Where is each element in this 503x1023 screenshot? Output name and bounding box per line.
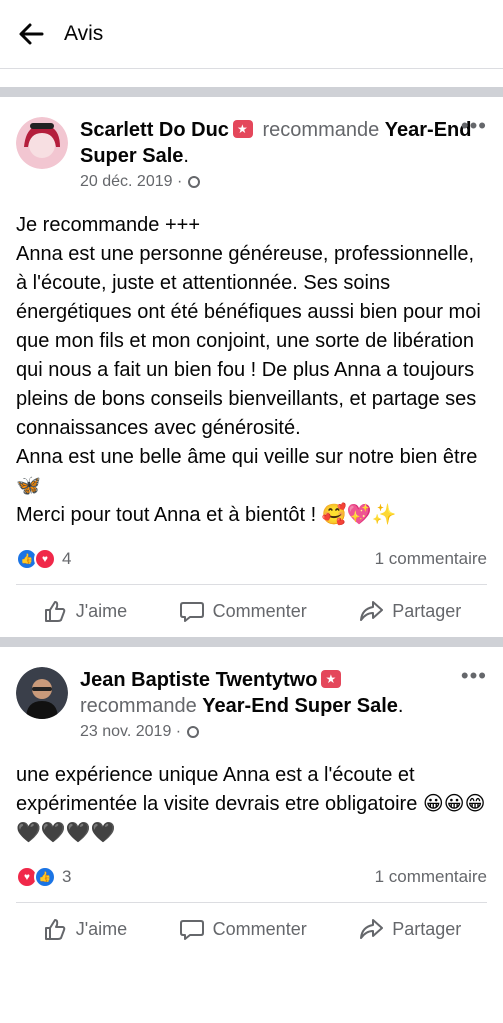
reaction-count: 4: [62, 549, 72, 568]
thumbs-up-icon: [44, 919, 66, 940]
comment-button[interactable]: Commenter: [179, 916, 307, 942]
comment-label: Commenter: [212, 600, 307, 621]
avatar[interactable]: [16, 117, 68, 169]
post-body: Je recommande +++ Anna est une personne …: [16, 214, 481, 526]
love-reaction-icon: ♥: [34, 548, 56, 570]
like-label: J'aime: [75, 918, 128, 939]
comment-label: Commenter: [212, 918, 307, 939]
post-actions: J'aime Commenter Partager: [16, 902, 487, 955]
avatar[interactable]: [16, 667, 68, 719]
share-icon: [360, 601, 384, 621]
post-date[interactable]: 23 nov. 2019: [80, 721, 171, 743]
reactions-summary[interactable]: ♥ 👍 3: [16, 866, 71, 888]
post-actions: J'aime Commenter Partager: [16, 584, 487, 637]
post-body: une expérience unique Anna est a l'écout…: [16, 764, 486, 844]
more-options-icon[interactable]: •••: [461, 113, 487, 139]
post-header: Jean Baptiste Twentytwo recommande Year-…: [16, 647, 487, 743]
like-label: J'aime: [75, 600, 128, 621]
like-reaction-icon: 👍: [34, 866, 56, 888]
post-date[interactable]: 20 déc. 2019: [80, 171, 173, 193]
comment-count[interactable]: 1 commentaire: [375, 549, 487, 569]
more-options-icon[interactable]: •••: [461, 663, 487, 689]
recommend-label: recommande: [262, 119, 380, 141]
section-divider: [0, 87, 503, 97]
page-title: Avis: [64, 22, 104, 45]
reactions-summary[interactable]: 👍 ♥ 4: [16, 548, 71, 570]
review-post: Scarlett Do Duc recommande Year-End Supe…: [0, 97, 503, 637]
share-button[interactable]: Partager: [358, 916, 461, 942]
top-bar: Avis: [0, 0, 503, 69]
comment-count[interactable]: 1 commentaire: [375, 867, 487, 887]
like-button[interactable]: J'aime: [42, 916, 127, 942]
author-name[interactable]: Scarlett Do Duc: [80, 119, 229, 141]
page-name[interactable]: Year-End Super Sale: [202, 695, 398, 717]
review-post: Jean Baptiste Twentytwo recommande Year-…: [0, 647, 503, 955]
post-header: Scarlett Do Duc recommande Year-End Supe…: [16, 97, 487, 193]
globe-icon: [188, 176, 201, 188]
comment-icon: [179, 920, 204, 940]
share-icon: [360, 919, 384, 939]
comment-icon: [179, 602, 204, 622]
thumbs-up-icon: [44, 601, 66, 622]
share-button[interactable]: Partager: [358, 598, 461, 624]
section-divider: [0, 637, 503, 647]
recommend-badge-icon: [321, 670, 342, 688]
share-label: Partager: [392, 918, 462, 939]
share-label: Partager: [392, 600, 462, 621]
globe-icon: [187, 726, 200, 738]
author-name[interactable]: Jean Baptiste Twentytwo: [80, 669, 317, 691]
like-button[interactable]: J'aime: [42, 598, 127, 624]
comment-button[interactable]: Commenter: [179, 598, 307, 624]
recommend-label: recommande: [80, 695, 197, 717]
recommend-badge-icon: [232, 120, 253, 138]
back-arrow-icon[interactable]: [16, 19, 46, 49]
reaction-count: 3: [62, 867, 72, 886]
